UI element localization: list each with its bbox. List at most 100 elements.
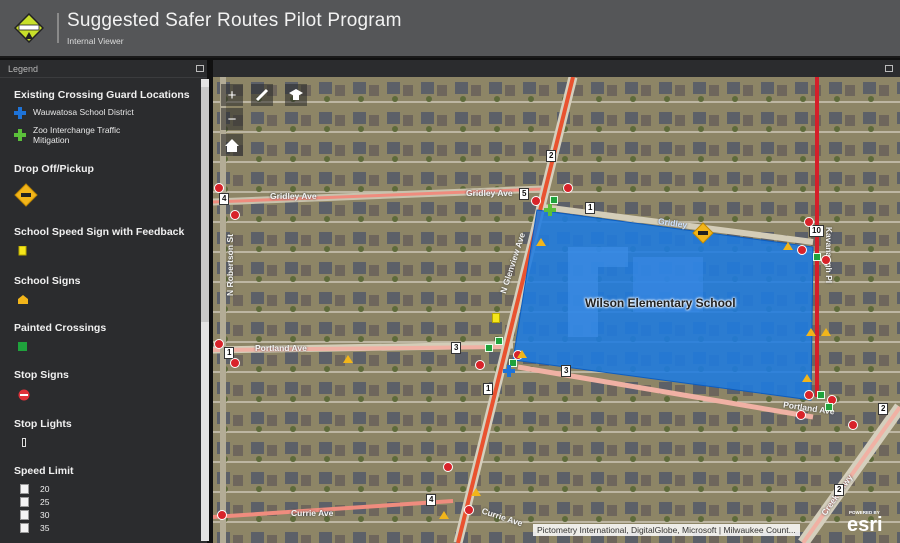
legend-section-title: Speed Limit bbox=[14, 465, 74, 477]
school-sign-marker[interactable] bbox=[471, 488, 481, 496]
stop-sign-marker[interactable] bbox=[214, 339, 224, 349]
speed-limit-sign-icon bbox=[20, 497, 29, 507]
speed-limit-label: 35 bbox=[40, 523, 50, 533]
safe-routes-logo-icon bbox=[14, 13, 44, 43]
stop-sign-marker[interactable] bbox=[443, 462, 453, 472]
painted-crossing-marker[interactable] bbox=[817, 391, 825, 399]
app-subtitle: Internal Viewer bbox=[67, 36, 124, 46]
street-label: Currie Ave bbox=[291, 508, 334, 518]
stop-sign-marker[interactable] bbox=[804, 390, 814, 400]
education-layer-button[interactable] bbox=[285, 84, 307, 106]
measure-button[interactable] bbox=[251, 84, 273, 106]
legend-section-title: School Signs bbox=[14, 275, 81, 287]
maximize-map-icon[interactable] bbox=[885, 65, 893, 72]
speed-feedback-sign-marker[interactable] bbox=[492, 313, 501, 323]
graduation-cap-icon bbox=[289, 89, 303, 100]
stop-sign-marker[interactable] bbox=[848, 420, 858, 430]
route-number: 5 bbox=[519, 188, 530, 200]
school-sign-marker[interactable] bbox=[806, 328, 816, 336]
legend-section-title: School Speed Sign with Feedback bbox=[14, 226, 185, 238]
route-number: 10 bbox=[809, 225, 824, 237]
painted-crossing-marker[interactable] bbox=[550, 196, 558, 204]
legend-section-title: Stop Signs bbox=[14, 369, 69, 381]
speed-limit-sign-icon bbox=[20, 510, 29, 520]
drop-off-pickup-marker[interactable] bbox=[692, 222, 714, 244]
app-header: Suggested Safer Routes Pilot Program Int… bbox=[0, 0, 900, 58]
school-sign-marker[interactable] bbox=[802, 374, 812, 382]
speed-limit-sign-icon bbox=[20, 484, 29, 494]
legend-section-title: Drop Off/Pickup bbox=[14, 163, 94, 175]
stop-sign-marker[interactable] bbox=[230, 210, 240, 220]
maximize-legend-icon[interactable] bbox=[196, 65, 204, 72]
legend-item-label: Wauwatosa School District bbox=[33, 107, 134, 117]
map-view[interactable]: + − Gridley Ave Gridley Ave Gridley N Ro… bbox=[213, 60, 900, 543]
speed-limit-item: 20 bbox=[20, 484, 200, 494]
stop-sign-marker[interactable] bbox=[531, 196, 541, 206]
speed-limit-label: 20 bbox=[40, 484, 50, 494]
zoom-in-button[interactable]: + bbox=[221, 84, 243, 106]
legend-scrollbar[interactable] bbox=[201, 79, 209, 541]
legend-title: Legend bbox=[8, 64, 39, 74]
stop-sign-marker[interactable] bbox=[217, 510, 227, 520]
route-number: 4 bbox=[426, 494, 437, 506]
speed-limit-item: 25 bbox=[20, 497, 200, 507]
speed-limit-list: 20 25 30 35 bbox=[20, 484, 200, 533]
green-plus-icon bbox=[14, 129, 26, 141]
route-number: 3 bbox=[561, 365, 572, 377]
painted-crossing-marker[interactable] bbox=[813, 253, 821, 261]
school-sign-marker[interactable] bbox=[343, 355, 353, 363]
speed-limit-item: 30 bbox=[20, 510, 200, 520]
stop-light-icon bbox=[22, 438, 26, 447]
speed-feedback-sign-icon bbox=[18, 245, 27, 256]
school-sign-marker[interactable] bbox=[536, 238, 546, 246]
home-icon bbox=[225, 138, 239, 152]
painted-crossing-marker[interactable] bbox=[825, 403, 833, 411]
street-label: N Robertson St bbox=[224, 234, 235, 296]
school-sign-marker[interactable] bbox=[439, 511, 449, 519]
legend-item-label: Zoo Interchange Traffic Mitigation bbox=[33, 125, 121, 145]
stop-sign-marker[interactable] bbox=[563, 183, 573, 193]
stop-sign-marker[interactable] bbox=[464, 505, 474, 515]
legend-section-title: Painted Crossings bbox=[14, 322, 107, 334]
stop-sign-marker[interactable] bbox=[796, 410, 806, 420]
route-number: 3 bbox=[451, 342, 462, 354]
stop-sign-marker[interactable] bbox=[214, 183, 224, 193]
crossing-guard-district-marker[interactable] bbox=[503, 365, 515, 377]
painted-crossing-marker[interactable] bbox=[495, 337, 503, 345]
map-panel-header bbox=[213, 60, 900, 77]
speed-limit-item: 35 bbox=[20, 523, 200, 533]
route-number: 1 bbox=[585, 202, 596, 214]
route-number: 1 bbox=[483, 383, 494, 395]
stop-sign-marker[interactable] bbox=[475, 360, 485, 370]
stop-sign-icon bbox=[18, 389, 30, 401]
street-label: Gridley Ave bbox=[270, 191, 317, 201]
ruler-icon bbox=[255, 88, 269, 102]
legend-item: Zoo Interchange Traffic Mitigation bbox=[14, 125, 200, 145]
legend-section-title: Stop Lights bbox=[14, 418, 72, 430]
painted-crossing-marker[interactable] bbox=[485, 344, 493, 352]
blue-plus-icon bbox=[14, 107, 26, 119]
stop-sign-marker[interactable] bbox=[797, 245, 807, 255]
header-divider bbox=[57, 13, 59, 43]
speed-limit-label: 30 bbox=[40, 510, 50, 520]
home-button[interactable] bbox=[221, 134, 243, 156]
route-number: 2 bbox=[878, 403, 889, 415]
school-sign-marker[interactable] bbox=[821, 328, 831, 336]
zoom-out-button[interactable]: − bbox=[221, 108, 243, 130]
painted-crossing-icon bbox=[18, 342, 27, 351]
legend-body: Existing Crossing Guard Locations Wauwat… bbox=[0, 79, 200, 543]
stop-sign-marker[interactable] bbox=[804, 217, 814, 227]
route-number: 2 bbox=[834, 484, 845, 496]
app-title: Suggested Safer Routes Pilot Program bbox=[67, 10, 402, 31]
school-sign-marker[interactable] bbox=[517, 350, 527, 358]
legend-scrollbar-thumb[interactable] bbox=[201, 87, 209, 322]
legend-panel: Legend Existing Crossing Guard Locations… bbox=[0, 60, 210, 543]
crossing-guard-zoo-marker[interactable] bbox=[544, 204, 556, 216]
school-sign-marker[interactable] bbox=[783, 242, 793, 250]
legend-section-title: Existing Crossing Guard Locations bbox=[14, 89, 190, 101]
street-label: Portland Ave bbox=[255, 343, 307, 353]
stop-sign-marker[interactable] bbox=[230, 358, 240, 368]
stop-sign-marker[interactable] bbox=[821, 255, 831, 265]
legend-header: Legend bbox=[0, 60, 207, 78]
esri-logo[interactable]: esri bbox=[847, 515, 883, 535]
